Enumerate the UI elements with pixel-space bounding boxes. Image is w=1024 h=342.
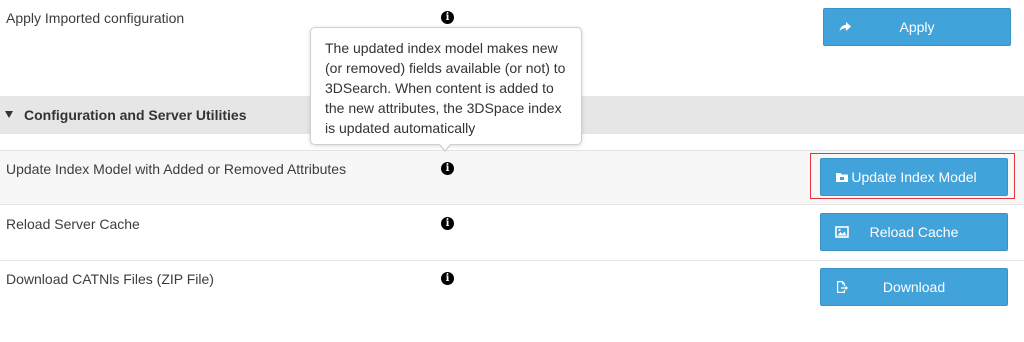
reload-cache-button[interactable]: Reload Cache	[820, 213, 1008, 251]
image-icon	[835, 226, 849, 238]
download-button[interactable]: Download	[820, 268, 1008, 306]
info-icon[interactable]: i	[441, 217, 454, 230]
info-tooltip: The updated index model makes new (or re…	[310, 27, 582, 145]
section-title: Configuration and Server Utilities	[24, 107, 247, 123]
row-label: Download CATNls Files (ZIP File)	[6, 271, 214, 287]
row-label: Update Index Model with Added or Removed…	[6, 161, 347, 177]
info-icon[interactable]: i	[441, 272, 454, 285]
caret-down-icon[interactable]	[5, 111, 13, 118]
tooltip-arrow-inner	[439, 143, 451, 150]
info-icon[interactable]: i	[441, 11, 454, 24]
file-export-icon	[837, 281, 848, 293]
share-arrow-icon	[839, 22, 851, 32]
highlight-box	[810, 153, 1015, 199]
apply-button[interactable]: Apply	[823, 8, 1011, 46]
apply-button-label: Apply	[899, 19, 935, 35]
download-button-label: Download	[882, 279, 946, 295]
reload-cache-button-label: Reload Cache	[869, 224, 959, 240]
row-reload-cache: Reload Server Cache i Reload Cache	[0, 205, 1024, 260]
row-label: Reload Server Cache	[6, 216, 140, 232]
row-label: Apply Imported configuration	[6, 10, 185, 26]
info-icon[interactable]: i	[441, 162, 454, 175]
row-download-catnls: Download CATNls Files (ZIP File) i Downl…	[0, 261, 1024, 316]
tooltip-text: The updated index model makes new (or re…	[325, 40, 566, 136]
